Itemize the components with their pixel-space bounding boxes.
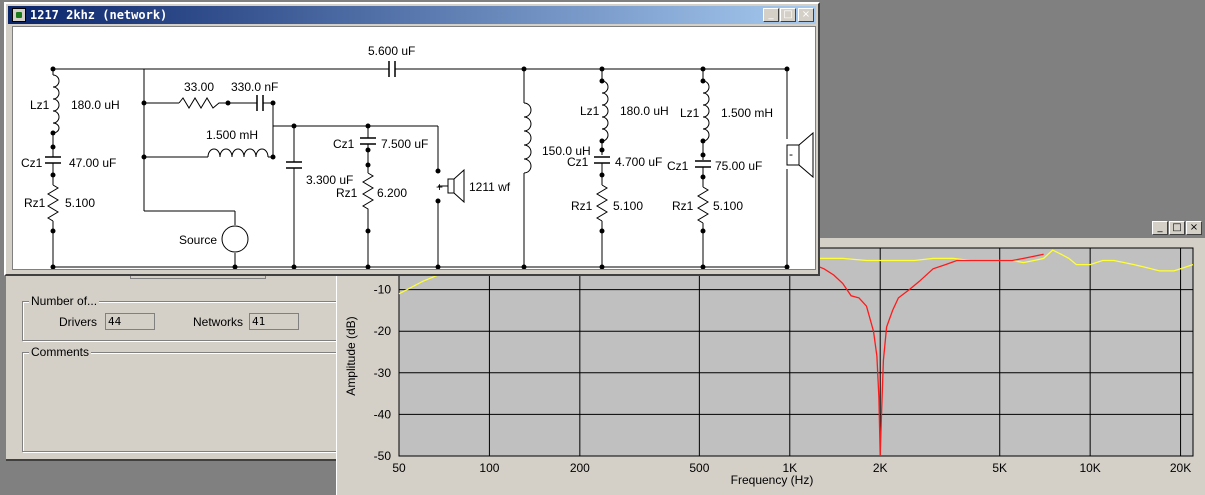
maximize-button[interactable]: □: [1169, 221, 1185, 235]
number-of-group-title: Number of...: [29, 294, 100, 308]
cz1-right-value: 75.00 uF: [715, 159, 762, 173]
network-window-title: 1217 2khz (network): [30, 8, 168, 22]
maximize-button[interactable]: □: [780, 8, 796, 22]
rz1-tw-value: 6.200: [377, 186, 407, 200]
cz1-left-value: 47.00 uF: [69, 156, 116, 170]
network-titlebar[interactable]: 1217 2khz (network) _ □ ×: [8, 6, 816, 24]
y-tick-label: -20: [374, 324, 392, 338]
cap-top-label: 5.600 uF: [368, 44, 415, 58]
woofer-polarity: -: [789, 147, 793, 161]
close-button[interactable]: ×: [798, 8, 814, 22]
lz1-mid-name: Lz1: [580, 104, 600, 118]
x-tick-label: 500: [689, 461, 709, 475]
plot-area: [398, 247, 1194, 457]
ind-zobel-right: [702, 80, 710, 142]
cz1-mid-value: 4.700 uF: [615, 155, 662, 169]
cap-shunt-label: 3.300 uF: [306, 173, 353, 187]
inductor-symbols: [52, 74, 710, 174]
rz1-mid-value: 5.100: [613, 199, 643, 213]
y-tick-label: -40: [374, 407, 392, 421]
res-zobel-tw: [362, 172, 374, 217]
res-series: [178, 97, 221, 109]
comments-group: Comments: [22, 345, 342, 452]
cz1-tw-name: Cz1: [333, 137, 355, 151]
schematic-canvas[interactable]: 5.600 uF 33.00 330.0 nF 1.500 mH 3.300 u…: [12, 26, 816, 270]
x-tick-label: 200: [570, 461, 590, 475]
tweeter-symbol: [447, 168, 465, 204]
cz1-right-name: Cz1: [667, 159, 689, 173]
ind-zobel-left: [52, 74, 60, 134]
close-button[interactable]: ×: [1186, 221, 1202, 235]
frequency-response-chart: 501002005001K2K5K10K20K 0-10-20-30-40-50…: [344, 241, 1194, 487]
rz1-left-value: 5.100: [65, 196, 95, 210]
y-tick-label: -30: [374, 366, 392, 380]
crossover-schematic: 5.600 uF 33.00 330.0 nF 1.500 mH 3.300 u…: [21, 44, 814, 269]
y-axis-label: Amplitude (dB): [344, 316, 358, 395]
source-symbol: [221, 225, 249, 253]
ind-shunt: [523, 102, 532, 174]
network-window: 1217 2khz (network) _ □ × 5.600 uF 33.00…: [4, 2, 820, 276]
lz1-left-value: 180.0 uH: [71, 98, 120, 112]
minimize-button[interactable]: _: [1152, 221, 1168, 235]
rz1-left-name: Rz1: [24, 196, 46, 210]
x-tick-label: 50: [392, 461, 406, 475]
tweeter-polarity: +: [436, 180, 443, 194]
ind-series: [207, 148, 269, 158]
tweeter-label: 1211 wf: [469, 180, 511, 194]
cz1-tw-value: 7.500 uF: [381, 137, 428, 151]
drivers-count-field: 44: [105, 313, 155, 330]
y-tick-label: -10: [374, 283, 392, 297]
cap-series-label: 330.0 nF: [231, 80, 278, 94]
x-tick-label: 10K: [1079, 461, 1100, 475]
x-tick-label: 5K: [992, 461, 1007, 475]
lz1-left-name: Lz1: [30, 98, 50, 112]
capacitor-symbols: [45, 61, 711, 169]
drivers-label: Drivers: [59, 315, 97, 329]
source-label: Source: [179, 233, 217, 247]
cz1-mid-name: Cz1: [567, 155, 589, 169]
driver-properties-window: Number of... Drivers 44 Networks 41 Comm…: [6, 256, 342, 461]
ind-zobel-mid: [601, 80, 609, 142]
res-zobel-left: [47, 184, 59, 222]
number-of-group: Number of... Drivers 44 Networks 41: [22, 294, 342, 341]
comments-group-title: Comments: [29, 345, 92, 359]
x-tick-label: 100: [479, 461, 499, 475]
minimize-button[interactable]: _: [763, 8, 779, 22]
rz1-tw-name: Rz1: [336, 186, 358, 200]
x-axis-label: Frequency (Hz): [731, 473, 814, 487]
x-tick-label: 20K: [1170, 461, 1191, 475]
cap-leads: [52, 68, 704, 169]
app-icon: [12, 8, 26, 22]
y-tick-label: -50: [374, 449, 392, 463]
ind-series-label: 1.500 mH: [206, 128, 258, 142]
res-zobel-right: [697, 186, 709, 224]
x-tick-label: 2K: [873, 461, 888, 475]
networks-count-field: 41: [249, 313, 299, 330]
lz1-mid-value: 180.0 uH: [620, 104, 669, 118]
rz1-mid-name: Rz1: [571, 199, 593, 213]
lz1-right-value: 1.500 mH: [721, 106, 773, 120]
lz1-right-name: Lz1: [680, 106, 700, 120]
res-series-label: 33.00: [184, 80, 214, 94]
cz1-left-name: Cz1: [21, 156, 43, 170]
rz1-right-value: 5.100: [713, 199, 743, 213]
networks-label: Networks: [193, 315, 244, 329]
res-zobel-mid: [596, 184, 608, 222]
rz1-right-name: Rz1: [672, 199, 694, 213]
resistor-symbols: [47, 97, 709, 224]
